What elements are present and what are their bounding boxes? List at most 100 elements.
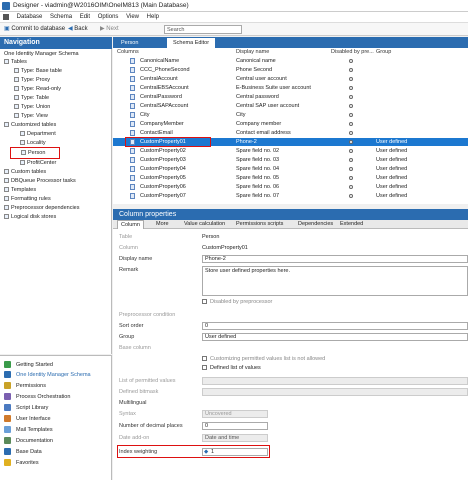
disabled-radio[interactable] [349,86,353,90]
disabled-radio[interactable] [349,95,353,99]
table-row[interactable]: CanonicalName Canonical name [113,57,468,65]
nav-permissions[interactable]: Permissions [4,382,46,391]
nav-process[interactable]: Process Orchestration [4,393,70,402]
table-row[interactable]: CustomProperty03 Spare field no. 03 User d… [113,156,468,164]
group-input[interactable]: User defined [202,333,468,341]
table-row[interactable]: CentralEBSAccount E-Business Suite user a… [113,84,468,92]
tab-extended[interactable]: Extended [337,220,366,229]
table-row[interactable]: ContactEmail Contact email address [113,129,468,137]
disabled-radio[interactable] [349,185,353,189]
tree-item-dbqueue[interactable]: DBQueue Processor tasks [4,177,76,185]
tree-item-tables[interactable]: Tables [4,58,27,66]
menu-view[interactable]: View [126,12,139,23]
tree-item-profitcenter[interactable]: ProfitCenter [20,159,56,167]
table-row[interactable]: CustomProperty02 Spare field no. 02 User d… [113,147,468,155]
tree-item-view[interactable]: Type: View [14,112,48,120]
menu-options[interactable]: Options [98,12,119,23]
syntax-select[interactable]: Uncovered [202,410,268,418]
nav-mail-templates[interactable]: Mail Templates [4,426,53,435]
table-row[interactable]: CentralPassword Central password [113,93,468,101]
table-row[interactable]: CentralSAPAccount Central SAP user accoun… [113,102,468,110]
table-row[interactable]: CompanyMember Company member [113,120,468,128]
tree-item-formatting-rules[interactable]: Formatting rules [4,195,51,203]
tree-item-department[interactable]: Department [20,130,56,138]
tree-item-locality[interactable]: Locality [20,139,46,147]
header-disabled[interactable]: Disabled by pre... [331,48,374,56]
disabled-radio[interactable] [349,68,353,72]
disabled-radio[interactable] [349,59,353,63]
tree-item-base-table[interactable]: Type: Base table [14,67,62,75]
value-column: CustomProperty01 [202,245,248,251]
tab-more[interactable]: More [153,220,172,229]
tab-value-calculation[interactable]: Value calculation [181,220,228,229]
tree-item-read-only[interactable]: Type: Read-only [14,85,61,93]
tree-item-custom-tables[interactable]: Custom tables [4,168,46,176]
nav-script-library[interactable]: Script Library [4,404,48,413]
decimals-input[interactable]: 0 [202,422,268,430]
table-row[interactable]: CentralAccount Central user account [113,75,468,83]
header-group[interactable]: Group [376,48,391,56]
header-display-name[interactable]: Display name [236,48,269,56]
tree-item-union[interactable]: Type: Union [14,103,50,111]
display-name-input[interactable]: Phone-2 [202,255,468,263]
disabled-radio[interactable] [349,113,353,117]
table-row[interactable]: CustomProperty06 Spare field no. 06 User d… [113,183,468,191]
nav-user-interface[interactable]: User Interface [4,415,51,424]
tree-item-proxy[interactable]: Type: Proxy [14,76,50,84]
nav-favorites[interactable]: Favorites [4,459,39,468]
nav-documentation[interactable]: Documentation [4,437,53,446]
date-addon-select[interactable]: Date and time [202,434,268,442]
disabled-radio[interactable] [349,140,353,144]
defined-list-checkbox[interactable]: Defined list of values [202,365,261,371]
disabled-preprocessor-checkbox[interactable]: Disabled by preprocessor [202,299,272,305]
tab-dependencies[interactable]: Dependencies [295,220,336,229]
table-row[interactable]: CustomProperty04 Spare field no. 04 User d… [113,165,468,173]
menu-app-icon [3,14,9,20]
disabled-radio[interactable] [349,158,353,162]
back-button[interactable]: ◀ Back [68,25,88,34]
nav-schema[interactable]: One Identity Manager Schema [4,371,91,380]
tab-schema-editor[interactable]: Schema Editor [167,38,216,48]
tree-item-table[interactable]: Type: Table [14,94,49,102]
table-row[interactable]: CustomProperty05 Spare field no. 05 User d… [113,174,468,182]
disabled-radio[interactable] [349,77,353,81]
tree-item-templates[interactable]: Templates [4,186,36,194]
search-input[interactable]: Search [164,25,242,34]
sort-order-input[interactable]: 0 [202,322,468,330]
tab-person[interactable]: Person [115,38,144,48]
menu-help[interactable]: Help [147,12,159,23]
tab-permissions-scripts[interactable]: Permissions scripts [233,220,286,229]
next-button[interactable]: ▶ Next [100,25,119,34]
disabled-radio[interactable] [349,176,353,180]
disabled-radio[interactable] [349,149,353,153]
table-row[interactable]: CustomProperty07 Spare field no. 07 User d… [113,192,468,200]
tree-item-logical-disk[interactable]: Logical disk stores [4,213,56,221]
tree-root[interactable]: One Identity Manager Schema [4,50,79,58]
table-row[interactable]: CCC_PhoneSecond Phone Second [113,66,468,74]
disabled-radio[interactable] [349,104,353,108]
menu-database[interactable]: Database [17,12,43,23]
header-columns[interactable]: Columns [117,48,139,56]
commit-button[interactable]: ▣ Commit to database [4,25,65,34]
table-row[interactable]: CustomProperty01 Phone-2 User defined [113,137,468,147]
label-decimals: Number of decimal places [119,423,183,429]
disabled-radio[interactable] [349,194,353,198]
disabled-radio[interactable] [349,122,353,126]
menu-schema[interactable]: Schema [50,12,72,23]
cell-group: User defined [376,175,408,181]
table-row[interactable]: City City [113,111,468,119]
disabled-radio[interactable] [349,131,353,135]
cell-group: User defined [376,157,408,163]
arrow-right-icon: ▶ [100,26,105,32]
index-weighting-input[interactable]: ◆ 1 [202,448,268,456]
nav-getting-started[interactable]: Getting Started [4,361,53,370]
tree-item-preprocessor[interactable]: Preprocessor dependencies [4,204,80,212]
menu-edit[interactable]: Edit [80,12,90,23]
tab-column[interactable]: Column [117,220,144,229]
remark-textarea[interactable]: Store user defined properties here. [202,266,468,296]
nav-base-data[interactable]: Base Data [4,448,42,457]
customizing-permitted-checkbox[interactable]: Customizing permitted values list is not… [202,356,325,362]
disabled-radio[interactable] [349,167,353,171]
tree-item-person[interactable]: Person [10,147,60,159]
tree-item-customized-tables[interactable]: Customized tables [4,121,56,129]
